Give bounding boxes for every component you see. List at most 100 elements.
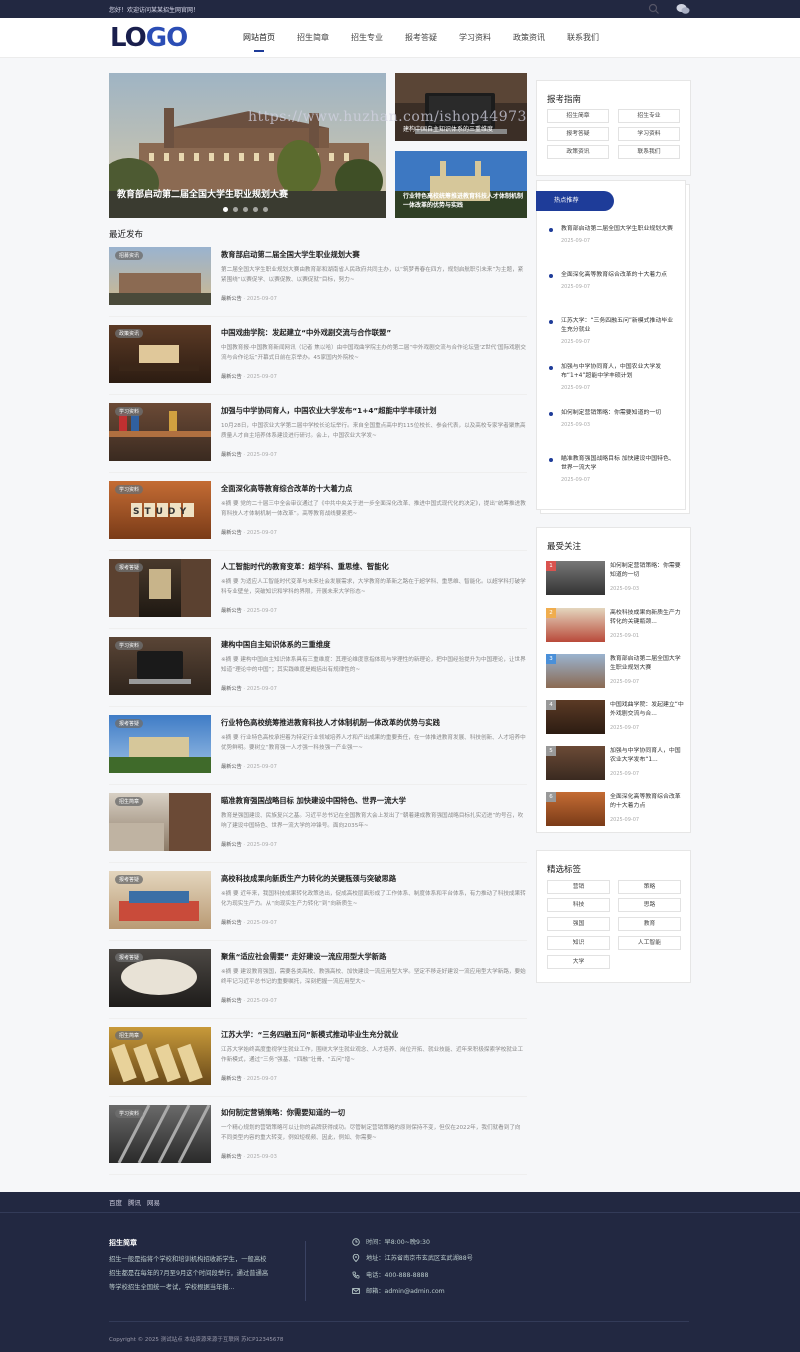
- nav-contact[interactable]: 联系我们: [556, 18, 610, 58]
- article-category[interactable]: 最新公告: [221, 686, 242, 692]
- article-title[interactable]: 行业特色高校统筹推进教育科技人才体制机制一体改革的优势与实践: [221, 718, 440, 728]
- hot-item[interactable]: 瞄准教育强国战略目标 加快建设中国特色、世界一流大学 2025-09-07: [549, 455, 679, 483]
- tag-button[interactable]: 科技: [547, 898, 610, 912]
- focus-item-title[interactable]: 高校科技成果向新质生产力转化的关键瓶颈...: [610, 609, 684, 627]
- article-category[interactable]: 最新公告: [221, 374, 242, 380]
- article-date: 2025-09-07: [246, 374, 277, 380]
- article-item[interactable]: 招生简章 江苏大学：“三务四融五问”新模式推动毕业生充分就业 江苏大学始终高度重…: [109, 1019, 527, 1097]
- tag-button[interactable]: 强国: [547, 917, 610, 931]
- article-item[interactable]: 报考答疑 高校科技成果向新质生产力转化的关键瓶颈与突破思路 ※摘 要 近年来，我…: [109, 863, 527, 941]
- nav-home[interactable]: 网站首页: [232, 18, 286, 58]
- focus-item[interactable]: 3 教育部启动第二届全国大学生职业规划大赛 2025-09-07: [546, 654, 684, 688]
- hot-item-title[interactable]: 教育部启动第二届全国大学生职业规划大赛: [561, 225, 679, 234]
- nav-materials[interactable]: 学习资料: [448, 18, 502, 58]
- slider-dot[interactable]: [253, 207, 258, 212]
- focus-item-title[interactable]: 如何制定营销策略：你需要知道的一切: [610, 562, 684, 580]
- nav-policy[interactable]: 政策资讯: [502, 18, 556, 58]
- article-item[interactable]: 招募资讯 教育部启动第二届全国大学生职业规划大赛 第二届全国大学生职业规划大赛由…: [109, 239, 527, 317]
- search-icon[interactable]: [648, 3, 660, 15]
- hot-item[interactable]: 加强与中学协同育人，中国农业大学发布“1+4”超能中学丰硕计划 2025-09-0…: [549, 363, 679, 391]
- logo[interactable]: LO GO: [110, 23, 188, 53]
- article-category[interactable]: 最新公告: [221, 296, 242, 302]
- guide-button[interactable]: 联系我们: [618, 145, 680, 159]
- hot-item-title[interactable]: 全面深化高等教育综合改革的十大着力点: [561, 271, 679, 280]
- article-category[interactable]: 最新公告: [221, 1076, 242, 1082]
- nav-admissions[interactable]: 招生简章: [286, 18, 340, 58]
- slider-dot[interactable]: [243, 207, 248, 212]
- article-desc: ※摘 要 为适应人工智能时代变革与未来社会发展需求，大学教育的革新之路在于超学科…: [221, 579, 526, 595]
- tag-button[interactable]: 人工智能: [618, 936, 681, 950]
- article-category[interactable]: 最新公告: [221, 452, 242, 458]
- article-item[interactable]: 政策资讯 中国戏曲学院：发起建立“中外戏剧交流与合作联盟” 中国教育报-中国教育…: [109, 317, 527, 395]
- focus-item-title[interactable]: 中国戏曲学院：发起建立“中外戏剧交流与合...: [610, 701, 684, 719]
- article-category[interactable]: 最新公告: [221, 842, 242, 848]
- hot-item-title[interactable]: 江苏大学：“三务四融五问”新模式推动毕业生充分就业: [561, 317, 679, 335]
- article-title[interactable]: 高校科技成果向新质生产力转化的关键瓶颈与突破思路: [221, 874, 396, 884]
- guide-button[interactable]: 招生专业: [618, 109, 680, 123]
- slider-dot[interactable]: [263, 207, 268, 212]
- focus-item-title[interactable]: 全面深化高等教育综合改革的十大着力点: [610, 793, 684, 811]
- article-title[interactable]: 加强与中学协同育人，中国农业大学发布“1+4”超能中学丰硕计划: [221, 406, 437, 416]
- nav-majors[interactable]: 招生专业: [340, 18, 394, 58]
- article-item[interactable]: 报考答疑 人工智能时代的教育变革：超学科、重思维、智能化 ※摘 要 为适应人工智…: [109, 551, 527, 629]
- friend-link[interactable]: 百度: [109, 1197, 122, 1207]
- nav-faq[interactable]: 报考答疑: [394, 18, 448, 58]
- article-title[interactable]: 全面深化高等教育综合改革的十大着力点: [221, 484, 352, 494]
- article-category[interactable]: 最新公告: [221, 764, 242, 770]
- article-item[interactable]: 学习资料 建构中国自主知识体系的三重维度 ※摘 要 建构中国自主知识体系具有三重…: [109, 629, 527, 707]
- hot-item[interactable]: 如何制定营销策略：你需要知道的一切 2025-09-03: [549, 409, 679, 428]
- article-category[interactable]: 最新公告: [221, 998, 242, 1004]
- article-category[interactable]: 最新公告: [221, 530, 242, 536]
- article-item[interactable]: 报考答疑 行业特色高校统筹推进教育科技人才体制机制一体改革的优势与实践 ※摘 要…: [109, 707, 527, 785]
- slider-dot[interactable]: [223, 207, 228, 212]
- article-item[interactable]: 招生简章 瞄准教育强国战略目标 加快建设中国特色、世界一流大学 教育是强国建设、…: [109, 785, 527, 863]
- hero-slider[interactable]: 教育部启动第二届全国大学生职业规划大赛: [109, 73, 386, 218]
- hero-thumb-2[interactable]: 行业特色高校统筹推进教育科技人才体制机制一体改革的优势与实践: [395, 151, 527, 218]
- article-title[interactable]: 聚焦“适应社会需要” 走好建设一流应用型大学新路: [221, 952, 386, 962]
- focus-item[interactable]: 1 如何制定营销策略：你需要知道的一切 2025-09-03: [546, 561, 684, 595]
- guide-button[interactable]: 招生简章: [547, 109, 609, 123]
- article-category[interactable]: 最新公告: [221, 608, 242, 614]
- article-title[interactable]: 中国戏曲学院：发起建立“中外戏剧交流与合作联盟”: [221, 328, 391, 338]
- focus-item[interactable]: 2 高校科技成果向新质生产力转化的关键瓶颈... 2025-09-01: [546, 608, 684, 642]
- article-category[interactable]: 最新公告: [221, 1154, 242, 1160]
- tag-button[interactable]: 大学: [547, 955, 610, 969]
- hot-item[interactable]: 教育部启动第二届全国大学生职业规划大赛 2025-09-07: [549, 225, 679, 244]
- tag-button[interactable]: 知识: [547, 936, 610, 950]
- article-title[interactable]: 如何制定营销策略：你需要知道的一切: [221, 1108, 345, 1118]
- article-item[interactable]: 学习资料 加强与中学协同育人，中国农业大学发布“1+4”超能中学丰硕计划 10月…: [109, 395, 527, 473]
- guide-button[interactable]: 政策资讯: [547, 145, 609, 159]
- hot-item[interactable]: 江苏大学：“三务四融五问”新模式推动毕业生充分就业 2025-09-07: [549, 317, 679, 345]
- friend-link[interactable]: 腾讯: [128, 1197, 141, 1207]
- tag-button[interactable]: 思路: [618, 898, 681, 912]
- hot-item-title[interactable]: 加强与中学协同育人，中国农业大学发布“1+4”超能中学丰硕计划: [561, 363, 679, 381]
- article-title[interactable]: 人工智能时代的教育变革：超学科、重思维、智能化: [221, 562, 389, 572]
- hot-item-title[interactable]: 瞄准教育强国战略目标 加快建设中国特色、世界一流大学: [561, 455, 679, 473]
- focus-item-title[interactable]: 加强与中学协同育人，中国农业大学发布“1...: [610, 747, 684, 765]
- guide-button[interactable]: 学习资料: [618, 127, 680, 141]
- article-title[interactable]: 建构中国自主知识体系的三重维度: [221, 640, 330, 650]
- focus-item[interactable]: 6 全面深化高等教育综合改革的十大着力点 2025-09-07: [546, 792, 684, 826]
- friend-link[interactable]: 网易: [147, 1197, 160, 1207]
- article-title[interactable]: 瞄准教育强国战略目标 加快建设中国特色、世界一流大学: [221, 796, 406, 806]
- hero-thumb-1[interactable]: 建构中国自主知识体系的三重维度: [395, 73, 527, 141]
- article-category[interactable]: 最新公告: [221, 920, 242, 926]
- article-item[interactable]: 报考答疑 聚焦“适应社会需要” 走好建设一流应用型大学新路 ※摘 要 建设教育强…: [109, 941, 527, 1019]
- tag-button[interactable]: 教育: [618, 917, 681, 931]
- guide-button[interactable]: 报考答疑: [547, 127, 609, 141]
- slider-dot[interactable]: [233, 207, 238, 212]
- article-title[interactable]: 江苏大学：“三务四融五问”新模式推动毕业生充分就业: [221, 1030, 398, 1040]
- article-item[interactable]: STUDY 学习资料 全面深化高等教育综合改革的十大着力点 ※摘 要 党的二十届…: [109, 473, 527, 551]
- focus-item[interactable]: 4 中国戏曲学院：发起建立“中外戏剧交流与合... 2025-09-07: [546, 700, 684, 734]
- wechat-icon[interactable]: [676, 3, 690, 15]
- article-title[interactable]: 教育部启动第二届全国大学生职业规划大赛: [221, 250, 360, 260]
- tag-button[interactable]: 策略: [618, 880, 681, 894]
- hot-item-title[interactable]: 如何制定营销策略：你需要知道的一切: [561, 409, 679, 418]
- focus-item-title[interactable]: 教育部启动第二届全国大学生职业规划大赛: [610, 655, 684, 673]
- hero-caption[interactable]: 教育部启动第二届全国大学生职业规划大赛: [117, 187, 288, 200]
- article-item[interactable]: 学习资料 如何制定营销策略：你需要知道的一切 一个精心规划的营销策略可以让你的品…: [109, 1097, 527, 1175]
- hot-item[interactable]: 全面深化高等教育综合改革的十大着力点 2025-09-07: [549, 271, 679, 290]
- focus-item[interactable]: 5 加强与中学协同育人，中国农业大学发布“1... 2025-09-07: [546, 746, 684, 780]
- tag-button[interactable]: 营销: [547, 880, 610, 894]
- footer-email-text[interactable]: 邮箱：admin@admin.com: [366, 1286, 445, 1295]
